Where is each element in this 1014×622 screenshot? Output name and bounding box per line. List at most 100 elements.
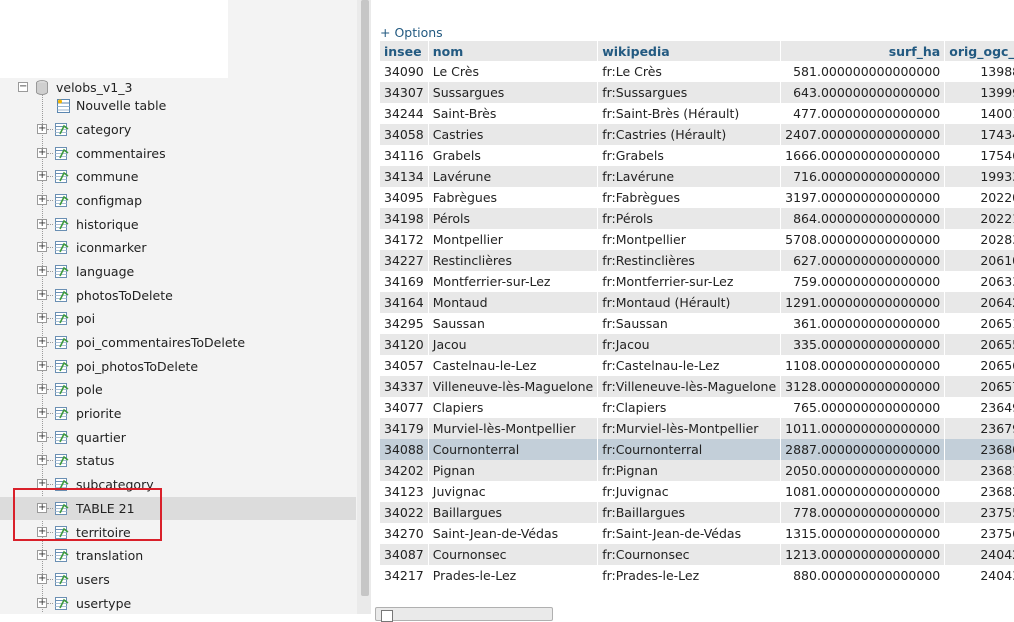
cell-surf-ha[interactable]: 880.000000000000000 — [780, 565, 946, 586]
table-name[interactable]: pole — [76, 378, 103, 401]
expand-icon[interactable]: + — [37, 574, 47, 584]
new-table-label[interactable]: Nouvelle table — [76, 94, 166, 117]
cell-insee[interactable]: 34088 — [380, 439, 429, 460]
cell-insee[interactable]: 34217 — [380, 565, 429, 586]
cell-surf-ha[interactable]: 1315.000000000000000 — [780, 523, 946, 544]
table-icon[interactable] — [55, 383, 69, 396]
cell-nom[interactable]: Sussargues — [428, 82, 599, 103]
table-row[interactable]: 34058 Castries fr:Castries (Hérault) 2407.0… — [380, 124, 1014, 145]
cell-nom[interactable]: Baillargues — [428, 502, 599, 523]
cell-wikipedia[interactable]: fr:Fabrègues — [597, 187, 782, 208]
table-name[interactable]: poi_commentairesToDelete — [76, 331, 245, 354]
table-icon[interactable] — [55, 170, 69, 183]
expand-icon[interactable]: + — [37, 455, 47, 465]
table-name[interactable]: historique — [76, 213, 139, 236]
table-icon[interactable] — [55, 265, 69, 278]
tree-table-item[interactable]: + commentaires — [0, 142, 357, 165]
table-name[interactable]: territoire — [76, 521, 131, 544]
cell-surf-ha[interactable]: 1213.000000000000000 — [780, 544, 946, 565]
cell-surf-ha[interactable]: 5708.000000000000000 — [780, 229, 946, 250]
cell-nom[interactable]: Saint-Brès — [428, 103, 599, 124]
cell-insee[interactable]: 34087 — [380, 544, 429, 565]
table-row[interactable]: 34116 Grabels fr:Grabels 1666.0000000000000… — [380, 145, 1014, 166]
cell-orig-ogc-f[interactable]: 23756 — [944, 523, 1014, 544]
cell-wikipedia[interactable]: fr:Pérols — [597, 208, 782, 229]
collapse-icon[interactable]: − — [18, 82, 28, 92]
expand-icon[interactable]: + — [37, 242, 47, 252]
cell-wikipedia[interactable]: fr:Murviel-lès-Montpellier — [597, 418, 782, 439]
cell-insee[interactable]: 34090 — [380, 61, 429, 82]
cell-wikipedia[interactable]: fr:Prades-le-Lez — [597, 565, 782, 586]
cell-surf-ha[interactable]: 759.000000000000000 — [780, 271, 946, 292]
cell-surf-ha[interactable]: 335.000000000000000 — [780, 334, 946, 355]
table-row[interactable]: 34123 Juvignac fr:Juvignac 1081.00000000000… — [380, 481, 1014, 502]
cell-nom[interactable]: Lavérune — [428, 166, 599, 187]
cell-orig-ogc-f[interactable]: 20221 — [944, 208, 1014, 229]
cell-nom[interactable]: Montpellier — [428, 229, 599, 250]
cell-surf-ha[interactable]: 716.000000000000000 — [780, 166, 946, 187]
cell-surf-ha[interactable]: 778.000000000000000 — [780, 502, 946, 523]
table-row[interactable]: 34337 Villeneuve-lès-Maguelone fr:Villeneu… — [380, 376, 1014, 397]
table-icon[interactable] — [55, 360, 69, 373]
cell-wikipedia[interactable]: fr:Jacou — [597, 334, 782, 355]
table-icon[interactable] — [55, 218, 69, 231]
tree-table-item[interactable]: + pole — [0, 378, 357, 401]
tree-table-item[interactable]: + language — [0, 260, 357, 283]
cell-wikipedia[interactable]: fr:Sussargues — [597, 82, 782, 103]
tree-table-item[interactable]: + historique — [0, 213, 357, 236]
cell-insee[interactable]: 34198 — [380, 208, 429, 229]
cell-orig-ogc-f[interactable]: 24042 — [944, 544, 1014, 565]
table-row[interactable]: 34227 Restinclières fr:Restinclières 627.00… — [380, 250, 1014, 271]
table-icon[interactable] — [55, 407, 69, 420]
cell-orig-ogc-f[interactable]: 20633 — [944, 271, 1014, 292]
table-icon[interactable] — [55, 241, 69, 254]
column-header-surf-ha[interactable]: surf_ha — [780, 41, 946, 61]
tree-table-item[interactable]: + category — [0, 118, 357, 141]
cell-orig-ogc-f[interactable]: 23682 — [944, 481, 1014, 502]
cell-nom[interactable]: Montaud — [428, 292, 599, 313]
cell-surf-ha[interactable]: 3197.000000000000000 — [780, 187, 946, 208]
cell-insee[interactable]: 34295 — [380, 313, 429, 334]
cell-insee[interactable]: 34077 — [380, 397, 429, 418]
cell-surf-ha[interactable]: 2887.000000000000000 — [780, 439, 946, 460]
table-name[interactable]: quartier — [76, 426, 126, 449]
cell-surf-ha[interactable]: 1666.000000000000000 — [780, 145, 946, 166]
table-name[interactable]: configmap — [76, 189, 142, 212]
cell-orig-ogc-f[interactable]: 20610 — [944, 250, 1014, 271]
cell-orig-ogc-f[interactable]: 20220 — [944, 187, 1014, 208]
cell-orig-ogc-f[interactable]: 20651 — [944, 313, 1014, 334]
cell-nom[interactable]: Jacou — [428, 334, 599, 355]
table-row[interactable]: 34134 Lavérune fr:Lavérune 716.000000000000… — [380, 166, 1014, 187]
table-name[interactable]: photosToDelete — [76, 284, 173, 307]
tree-table-item[interactable]: + poi_photosToDelete — [0, 355, 357, 378]
expand-icon[interactable]: + — [37, 527, 47, 537]
cell-wikipedia[interactable]: fr:Grabels — [597, 145, 782, 166]
cell-orig-ogc-f[interactable]: 20657 — [944, 376, 1014, 397]
table-row[interactable]: 34172 Montpellier fr:Montpellier 5708.00000… — [380, 229, 1014, 250]
cell-nom[interactable]: Pérols — [428, 208, 599, 229]
column-header-wikipedia[interactable]: wikipedia — [597, 41, 782, 61]
cell-surf-ha[interactable]: 864.000000000000000 — [780, 208, 946, 229]
cell-wikipedia[interactable]: fr:Restinclières — [597, 250, 782, 271]
cell-wikipedia[interactable]: fr:Lavérune — [597, 166, 782, 187]
cell-insee[interactable]: 34179 — [380, 418, 429, 439]
cell-wikipedia[interactable]: fr:Montaud (Hérault) — [597, 292, 782, 313]
column-header-nom[interactable]: nom — [428, 41, 599, 61]
table-row[interactable]: 34120 Jacou fr:Jacou 335.000000000000000 206… — [380, 334, 1014, 355]
table-name[interactable]: iconmarker — [76, 236, 147, 259]
cell-insee[interactable]: 34057 — [380, 355, 429, 376]
expand-icon[interactable]: + — [37, 148, 47, 158]
expand-icon[interactable]: + — [37, 171, 47, 181]
table-icon[interactable] — [55, 549, 69, 562]
expand-icon[interactable]: + — [37, 337, 47, 347]
cell-surf-ha[interactable]: 1011.000000000000000 — [780, 418, 946, 439]
cell-wikipedia[interactable]: fr:Saint-Brès (Hérault) — [597, 103, 782, 124]
cell-orig-ogc-f[interactable]: 23680 — [944, 439, 1014, 460]
table-row[interactable]: 34057 Castelnau-le-Lez fr:Castelnau-le-Lez… — [380, 355, 1014, 376]
cell-surf-ha[interactable]: 1291.000000000000000 — [780, 292, 946, 313]
table-icon[interactable] — [55, 573, 69, 586]
cell-nom[interactable]: Castelnau-le-Lez — [428, 355, 599, 376]
cell-nom[interactable]: Cournonsec — [428, 544, 599, 565]
table-row[interactable]: 34198 Pérols fr:Pérols 864.000000000000000 2… — [380, 208, 1014, 229]
cell-insee[interactable]: 34134 — [380, 166, 429, 187]
